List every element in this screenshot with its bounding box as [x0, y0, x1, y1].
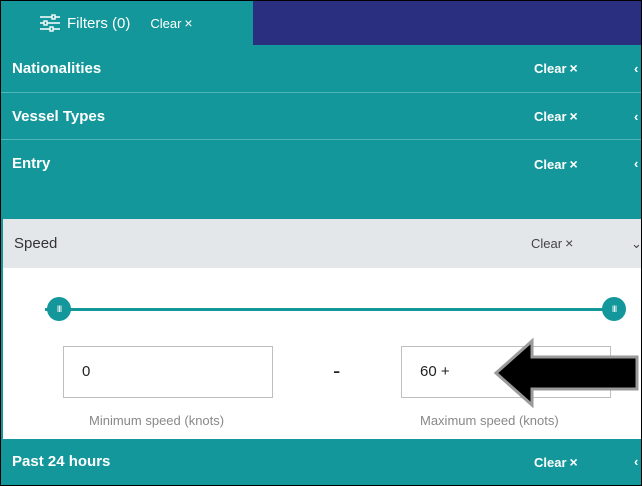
close-x-icon: × — [184, 15, 193, 31]
chevron-icon[interactable]: ‹ — [634, 140, 638, 188]
close-x-icon: × — [569, 60, 578, 76]
filters-tab[interactable]: Filters (0) Clear × — [1, 1, 253, 45]
section-past-24-hours[interactable]: Past 24 hours Clear × ‹ — [1, 439, 641, 485]
section-label: Vessel Types — [12, 108, 106, 125]
slider-min-handle[interactable]: III — [47, 297, 71, 321]
max-speed-hint: Maximum speed (knots) — [420, 413, 559, 428]
slider-max-handle[interactable]: III — [602, 297, 626, 321]
section-label: Past 24 hours — [12, 453, 111, 470]
section-speed[interactable]: Speed Clear × ⌄ — [1, 219, 641, 268]
chevron-icon[interactable]: ‹ — [634, 45, 638, 92]
section-spacer — [1, 187, 641, 219]
section-vessel-types[interactable]: Vessel Types Clear × ‹ — [1, 92, 641, 139]
clear-past-24-hours-button[interactable]: Clear × — [534, 439, 578, 485]
section-nationalities[interactable]: Nationalities Clear × ‹ — [1, 45, 641, 92]
close-x-icon: × — [569, 454, 578, 470]
chevron-icon[interactable]: ‹ — [634, 439, 638, 485]
annotation-arrow-icon — [494, 337, 639, 409]
section-label: Entry — [12, 155, 51, 172]
section-entry[interactable]: Entry Clear × ‹ — [1, 139, 641, 187]
speed-slider-track[interactable] — [45, 308, 615, 311]
chevron-icon[interactable]: ‹ — [634, 93, 638, 140]
clear-vessel-types-button[interactable]: Clear × — [534, 93, 578, 140]
min-speed-input[interactable]: 0 — [63, 346, 273, 398]
clear-all-button[interactable]: Clear × — [150, 15, 192, 31]
sliders-icon — [40, 14, 60, 32]
filters-panel: Filters (0) Clear × Nationalities Clear × … — [0, 0, 642, 486]
clear-entry-button[interactable]: Clear × — [534, 140, 578, 189]
close-x-icon: × — [569, 108, 578, 124]
clear-speed-button[interactable]: Clear × — [531, 219, 573, 268]
filters-title: Filters (0) — [67, 14, 131, 32]
close-x-icon: × — [565, 235, 574, 251]
clear-nationalities-button[interactable]: Clear × — [534, 45, 578, 92]
section-label: Speed — [14, 235, 58, 252]
min-speed-hint: Minimum speed (knots) — [89, 413, 225, 428]
section-label: Nationalities — [12, 60, 102, 77]
range-separator: - — [333, 358, 341, 383]
chevron-down-icon[interactable]: ⌄ — [631, 219, 641, 268]
close-x-icon: × — [569, 156, 578, 172]
